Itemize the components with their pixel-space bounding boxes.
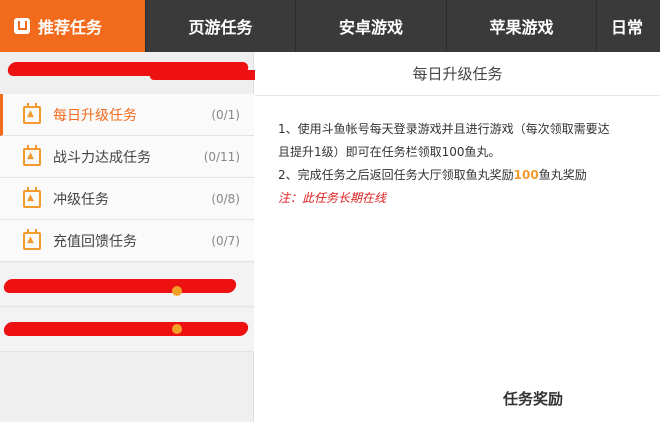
sidebar-item-label: 每日升级任务	[53, 107, 137, 124]
sidebar-item-label: 冲级任务	[53, 191, 109, 208]
task-note: 注：此任务长期在线	[278, 191, 387, 205]
sidebar-item-recharge-rebate[interactable]: 充值回馈任务 (0/7)	[0, 220, 254, 262]
page-title: 每日升级任务	[255, 52, 660, 96]
sidebar-item-level-rush[interactable]: 冲级任务 (0/8)	[0, 178, 254, 220]
tab-label: 安卓游戏	[338, 18, 403, 37]
tab-logo-icon	[14, 18, 30, 34]
redaction-mark	[2, 322, 250, 336]
sidebar-item-label: 充值回馈任务	[53, 233, 137, 250]
task-upgrade-icon	[23, 144, 41, 166]
sidebar-item-count: (0/8)	[211, 191, 240, 206]
sidebar: 每日升级任务 (0/1) 战斗力达成任务 (0/11) 冲级任务 (0/8) 充…	[0, 52, 320, 422]
desc-text: 鱼丸奖励	[538, 168, 587, 182]
reward-section-title: 任务奖励	[503, 390, 564, 408]
task-upgrade-icon	[23, 186, 41, 208]
desc-line: 且提升1级）即可在任务栏领取100鱼丸。	[278, 145, 501, 159]
tab-web-games[interactable]: 页游任务	[146, 0, 296, 52]
tab-label: 页游任务	[188, 18, 253, 37]
tab-label: 日常	[611, 18, 644, 37]
sidebar-item-combat-power[interactable]: 战斗力达成任务 (0/11)	[0, 136, 254, 178]
top-nav: 推荐任务 页游任务 安卓游戏 苹果游戏 日常	[0, 0, 660, 52]
redaction-mark	[2, 279, 238, 293]
desc-line: 2、完成任务之后返回任务大厅领取鱼丸奖励100鱼丸奖励	[278, 164, 660, 187]
sidebar-item-count: (0/1)	[211, 107, 240, 122]
reward-amount: 100	[513, 168, 539, 182]
task-description: 1、使用斗鱼帐号每天登录游戏并且进行游戏（每次领取需要达 且提升1级）即可在任务…	[278, 118, 660, 210]
tab-recommended[interactable]: 推荐任务	[0, 0, 146, 52]
desc-line: 1、使用斗鱼帐号每天登录游戏并且进行游戏（每次领取需要达	[278, 122, 610, 136]
sidebar-item-label: 战斗力达成任务	[53, 149, 151, 166]
tab-daily[interactable]: 日常	[597, 0, 660, 52]
tab-label: 苹果游戏	[489, 18, 554, 37]
redacted-sidebar-item[interactable]	[0, 308, 254, 352]
tab-android-games[interactable]: 安卓游戏	[296, 0, 447, 52]
status-dot	[172, 324, 182, 334]
tab-label: 推荐任务	[38, 18, 103, 37]
redacted-sidebar-item[interactable]	[0, 263, 254, 307]
tab-apple-games[interactable]: 苹果游戏	[447, 0, 597, 52]
status-dot	[172, 286, 182, 296]
task-upgrade-icon	[23, 102, 41, 124]
sidebar-item-count: (0/11)	[203, 149, 240, 164]
redacted-user-strip	[0, 52, 320, 94]
sidebar-item-daily-upgrade[interactable]: 每日升级任务 (0/1)	[0, 94, 254, 136]
desc-text: 2、完成任务之后返回任务大厅领取鱼丸奖励	[278, 168, 514, 182]
sidebar-item-count: (0/7)	[211, 233, 240, 248]
task-detail-panel: 每日升级任务 1、使用斗鱼帐号每天登录游戏并且进行游戏（每次领取需要达 且提升1…	[255, 52, 660, 422]
task-upgrade-icon	[23, 228, 41, 250]
